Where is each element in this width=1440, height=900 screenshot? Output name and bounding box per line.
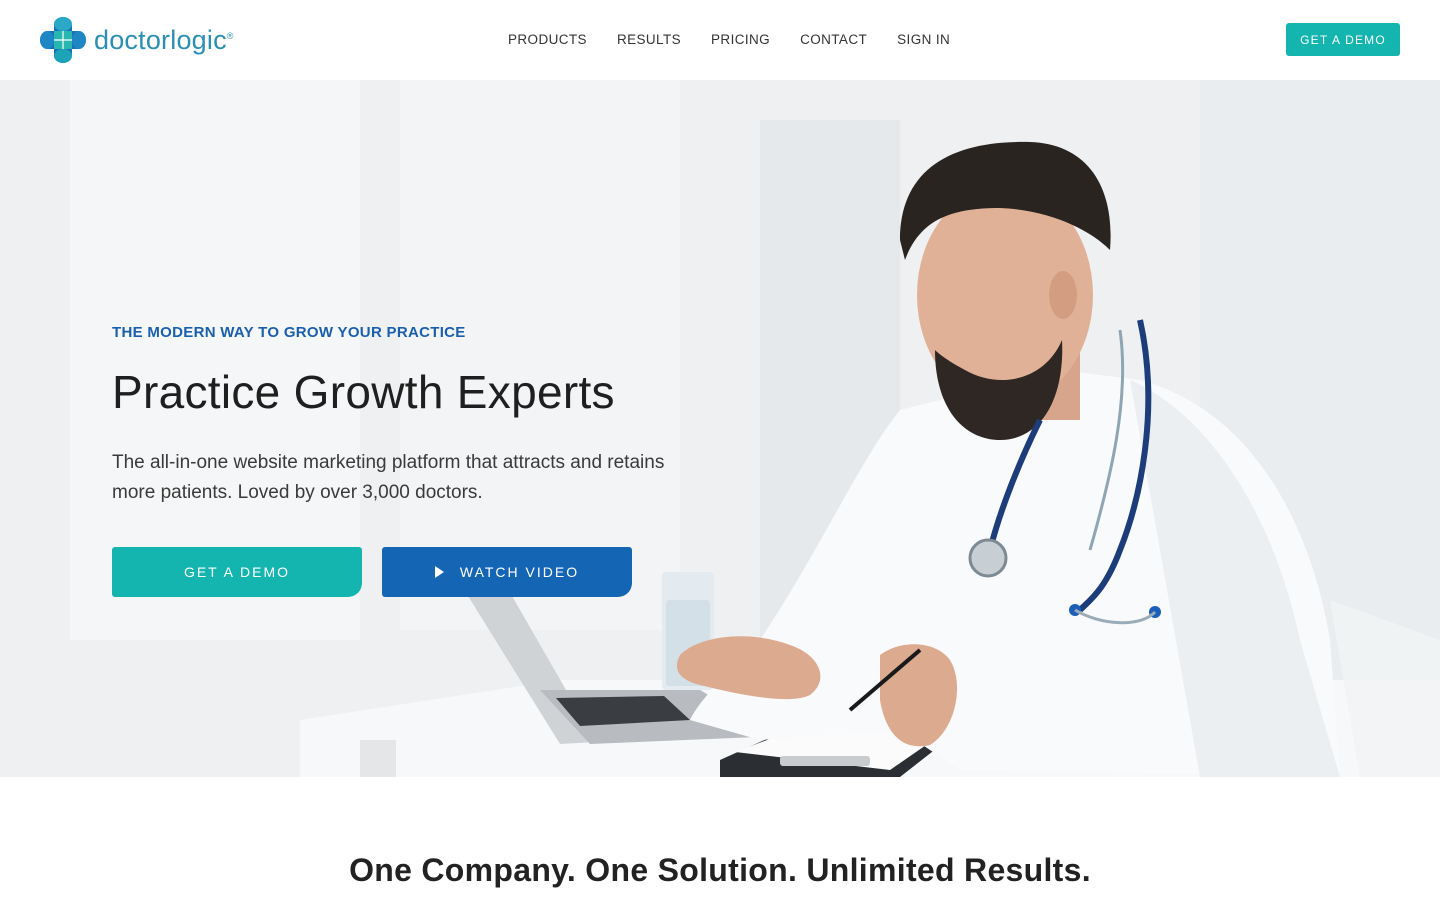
main-nav: PRODUCTS RESULTS PRICING CONTACT SIGN IN	[508, 30, 950, 50]
nav-item-contact[interactable]: CONTACT	[800, 30, 867, 50]
nav-item-products[interactable]: PRODUCTS	[508, 30, 587, 50]
hero-headline: Practice Growth Experts	[112, 366, 615, 418]
hero-get-demo-button[interactable]: GET A DEMO	[112, 547, 362, 597]
doctor-at-laptop-photo	[0, 80, 1440, 777]
header-get-demo-button[interactable]: GET A DEMO	[1286, 23, 1400, 56]
hero-eyebrow: THE MODERN WAY TO GROW YOUR PRACTICE	[112, 324, 466, 341]
nav-item-results[interactable]: RESULTS	[617, 30, 681, 50]
medical-cross-logo-icon	[40, 17, 86, 63]
registered-mark: ®	[226, 30, 234, 41]
section-title: One Company. One Solution. Unlimited Res…	[349, 852, 1091, 888]
watch-video-button[interactable]: WATCH VIDEO	[382, 547, 632, 597]
site-header: doctorlogic® PRODUCTS RESULTS PRICING CO…	[0, 0, 1440, 80]
nav-item-sign-in[interactable]: SIGN IN	[897, 30, 950, 50]
play-icon	[434, 566, 444, 578]
logo[interactable]: doctorlogic®	[40, 17, 234, 63]
logo-wordmark: doctorlogic®	[94, 24, 234, 55]
hero-get-demo-label: GET A DEMO	[183, 564, 291, 580]
hero-subtext: The all-in-one website marketing platfor…	[112, 452, 665, 503]
watch-video-label: WATCH VIDEO	[459, 564, 580, 580]
nav-item-pricing[interactable]: PRICING	[711, 30, 770, 50]
hero-section: THE MODERN WAY TO GROW YOUR PRACTICE Pra…	[0, 80, 1440, 777]
